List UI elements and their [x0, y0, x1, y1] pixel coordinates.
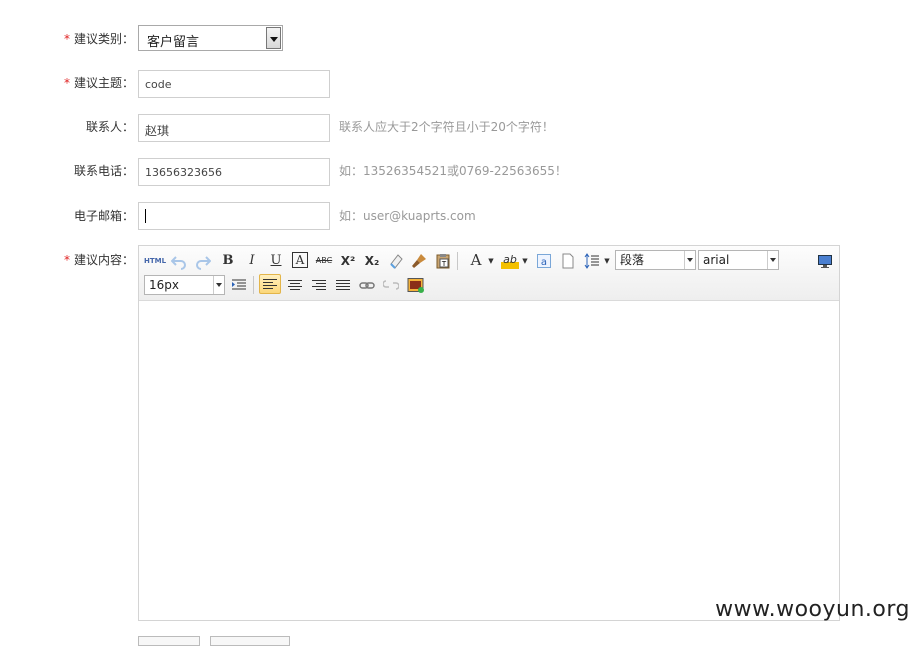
contact-input-value: 赵琪 [145, 124, 170, 138]
toolbar-separator [457, 252, 458, 270]
chevron-down-icon[interactable]: ▼ [487, 252, 495, 270]
paragraph-select-value: 段落 [620, 253, 645, 267]
fullscreen-icon[interactable] [817, 252, 833, 270]
phone-input-value: 13656323656 [145, 166, 222, 179]
align-center-icon[interactable] [288, 280, 302, 292]
editor-toolbar: HTML B I U A ABC X² X₂ T A ▼ ab ▼ a ▼ 段落… [139, 246, 839, 301]
email-input[interactable] [138, 202, 330, 230]
rich-text-editor: HTML B I U A ABC X² X₂ T A ▼ ab ▼ a ▼ 段落… [138, 245, 840, 621]
line-height-icon[interactable] [584, 252, 600, 270]
subject-label: * 建议主题： [63, 76, 134, 90]
align-left-button[interactable] [259, 274, 281, 294]
paste-plain-icon[interactable]: T [435, 252, 451, 270]
font-family-select[interactable]: arial [698, 250, 779, 270]
category-select-value: 客户留言 [147, 35, 200, 50]
chevron-down-icon[interactable] [684, 251, 695, 269]
font-family-select-value: arial [703, 253, 730, 267]
chevron-down-icon[interactable] [767, 251, 778, 269]
contact-input[interactable]: 赵琪 [138, 114, 330, 142]
undo-icon[interactable] [171, 252, 187, 270]
subject-input[interactable]: code [138, 70, 330, 98]
content-label: * 建议内容： [63, 253, 134, 267]
toolbar-separator [253, 276, 254, 294]
align-right-icon[interactable] [312, 280, 326, 292]
forecolor-button[interactable]: A [469, 251, 483, 269]
text-caret [145, 209, 146, 223]
underline-button[interactable]: U [269, 252, 283, 270]
strikethrough-button[interactable]: ABC [315, 252, 333, 270]
phone-label: 联系电话： [73, 164, 134, 178]
insert-image-icon[interactable] [407, 276, 425, 294]
align-justify-icon[interactable] [336, 280, 350, 292]
contact-hint: 联系人应大于2个字符且小于20个字符！ [339, 120, 554, 134]
font-size-select-value: 16px [149, 278, 179, 292]
required-mark: * [63, 32, 70, 46]
chevron-down-icon[interactable]: ▼ [521, 252, 529, 270]
superscript-button[interactable]: X² [339, 252, 357, 270]
subscript-button[interactable]: X₂ [363, 252, 381, 270]
phone-hint: 如：13526354521或0769-22563655！ [339, 164, 567, 178]
link-icon[interactable] [359, 276, 375, 294]
svg-text:a: a [541, 257, 547, 268]
fontborder-button[interactable]: A [292, 252, 308, 268]
paragraph-select[interactable]: 段落 [615, 250, 696, 270]
submit-button[interactable] [138, 636, 200, 646]
category-select[interactable]: 客户留言 [138, 25, 283, 51]
backcolor-button[interactable]: ab [501, 251, 519, 269]
page-icon[interactable] [560, 252, 576, 270]
bold-button[interactable]: B [221, 252, 235, 270]
italic-button[interactable]: I [245, 252, 259, 270]
svg-text:T: T [441, 260, 447, 268]
required-mark: * [63, 76, 70, 90]
indent-icon[interactable] [231, 276, 247, 294]
contact-label: 联系人： [85, 120, 134, 134]
chevron-down-icon[interactable] [266, 27, 281, 49]
chevron-down-icon[interactable]: ▼ [603, 252, 611, 270]
html-source-button[interactable]: HTML [144, 252, 166, 270]
format-brush-icon[interactable] [411, 252, 427, 270]
email-hint: 如：user@kuaprts.com [339, 209, 476, 223]
eraser-icon[interactable] [388, 252, 404, 270]
redo-icon[interactable] [195, 252, 211, 270]
subject-input-value: code [145, 78, 172, 91]
chevron-down-icon[interactable] [213, 276, 224, 294]
align-left-icon [263, 279, 277, 291]
category-label: * 建议类别： [63, 32, 134, 46]
watermark: www.wooyun.org [715, 597, 910, 622]
required-mark: * [63, 253, 70, 267]
email-label: 电子邮箱： [73, 209, 134, 223]
unlink-icon[interactable] [383, 276, 399, 294]
phone-input[interactable]: 13656323656 [138, 158, 330, 186]
insert-link-text-icon[interactable]: a [536, 252, 552, 270]
font-size-select[interactable]: 16px [144, 275, 225, 295]
reset-button[interactable] [210, 636, 290, 646]
